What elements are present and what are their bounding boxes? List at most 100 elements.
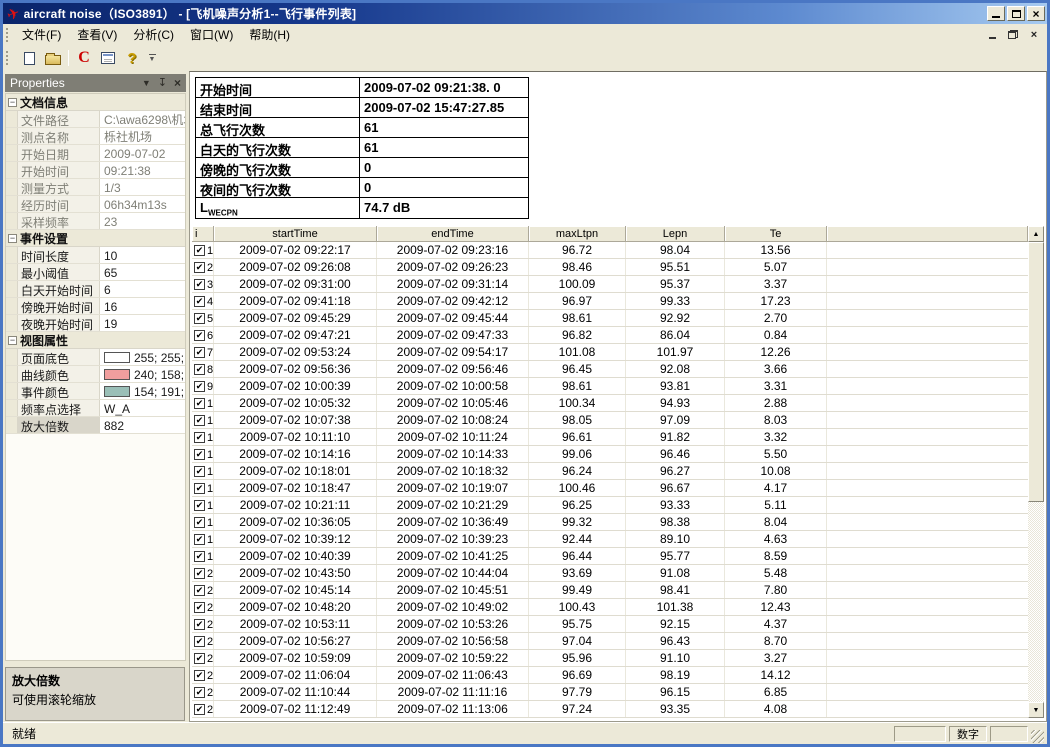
properties-button[interactable] xyxy=(97,48,119,68)
table-row[interactable]: ✔282009-07-02 11:12:492009-07-02 11:13:0… xyxy=(192,701,1028,718)
row-checkbox[interactable]: ✔ xyxy=(194,619,205,630)
property-row[interactable]: 测点名称栎社机场 xyxy=(6,128,185,145)
panel-close-icon[interactable]: × xyxy=(174,77,181,89)
row-checkbox[interactable]: ✔ xyxy=(194,704,205,715)
panel-menu-chevron-icon[interactable]: ▼ xyxy=(142,79,151,88)
property-value[interactable]: 882 xyxy=(100,417,185,433)
table-row[interactable]: ✔72009-07-02 09:53:242009-07-02 09:54:17… xyxy=(192,344,1028,361)
row-checkbox[interactable]: ✔ xyxy=(194,670,205,681)
property-value[interactable]: 23 xyxy=(100,213,185,229)
table-row[interactable]: ✔122009-07-02 10:11:102009-07-02 10:11:2… xyxy=(192,429,1028,446)
column-header-i[interactable]: i xyxy=(192,226,214,242)
table-row[interactable]: ✔172009-07-02 10:36:052009-07-02 10:36:4… xyxy=(192,514,1028,531)
property-value[interactable]: 10 xyxy=(100,247,185,263)
section-header[interactable]: −视图属性 xyxy=(6,332,185,349)
property-row[interactable]: 最小阈值65 xyxy=(6,264,185,281)
scroll-down-button[interactable]: ▼ xyxy=(1028,702,1044,718)
menu-item-window[interactable]: 窗口(W) xyxy=(182,24,241,45)
property-row[interactable]: 曲线颜色240; 158; 15 xyxy=(6,366,185,383)
property-value[interactable]: 2009-07-02 xyxy=(100,145,185,161)
row-checkbox[interactable]: ✔ xyxy=(194,517,205,528)
table-row[interactable]: ✔252009-07-02 10:59:092009-07-02 10:59:2… xyxy=(192,650,1028,667)
table-row[interactable]: ✔92009-07-02 10:00:392009-07-02 10:00:58… xyxy=(192,378,1028,395)
table-row[interactable]: ✔102009-07-02 10:05:322009-07-02 10:05:4… xyxy=(192,395,1028,412)
mdi-close-button[interactable]: × xyxy=(1027,28,1041,41)
property-row[interactable]: 开始日期2009-07-02 xyxy=(6,145,185,162)
title-bar[interactable]: ✈ aircraft noise（ISO3891） - [飞机噪声分析1--飞行… xyxy=(3,3,1047,24)
row-checkbox[interactable]: ✔ xyxy=(194,347,205,358)
toolbar-overflow-button[interactable]: ▼ xyxy=(146,48,158,68)
column-header-endTime[interactable]: endTime xyxy=(377,226,529,242)
column-header-Te[interactable]: Te xyxy=(725,226,827,242)
property-value[interactable]: 1/3 xyxy=(100,179,185,195)
row-checkbox[interactable]: ✔ xyxy=(194,330,205,341)
row-checkbox[interactable]: ✔ xyxy=(194,687,205,698)
row-checkbox[interactable]: ✔ xyxy=(194,551,205,562)
column-header-startTime[interactable]: startTime xyxy=(214,226,377,242)
close-button[interactable]: × xyxy=(1027,6,1045,21)
section-header[interactable]: −文档信息 xyxy=(6,94,185,111)
property-row[interactable]: 文件路径C:\awa6298\机场 xyxy=(6,111,185,128)
row-checkbox[interactable]: ✔ xyxy=(194,262,205,273)
row-checkbox[interactable]: ✔ xyxy=(194,568,205,579)
table-row[interactable]: ✔112009-07-02 10:07:382009-07-02 10:08:2… xyxy=(192,412,1028,429)
menu-grip[interactable] xyxy=(6,28,11,42)
table-row[interactable]: ✔162009-07-02 10:21:112009-07-02 10:21:2… xyxy=(192,497,1028,514)
property-row[interactable]: 放大倍数882 xyxy=(6,417,185,434)
toolbar-grip[interactable] xyxy=(6,51,11,65)
table-row[interactable]: ✔82009-07-02 09:56:362009-07-02 09:56:46… xyxy=(192,361,1028,378)
row-checkbox[interactable]: ✔ xyxy=(194,415,205,426)
property-value[interactable]: 栎社机场 xyxy=(100,128,185,144)
panel-pin-icon[interactable]: ↧ xyxy=(158,78,167,89)
maximize-button[interactable] xyxy=(1007,6,1025,21)
row-checkbox[interactable]: ✔ xyxy=(194,381,205,392)
table-row[interactable]: ✔272009-07-02 11:10:442009-07-02 11:11:1… xyxy=(192,684,1028,701)
row-checkbox[interactable]: ✔ xyxy=(194,279,205,290)
menu-item-file[interactable]: 文件(F) xyxy=(14,24,69,45)
collapse-icon[interactable]: − xyxy=(8,98,17,107)
menu-item-analyze[interactable]: 分析(C) xyxy=(125,24,182,45)
row-checkbox[interactable]: ✔ xyxy=(194,500,205,511)
property-row[interactable]: 频率点选择W_A xyxy=(6,400,185,417)
property-value[interactable]: 255; 255; 25 xyxy=(100,349,185,365)
table-row[interactable]: ✔182009-07-02 10:39:122009-07-02 10:39:2… xyxy=(192,531,1028,548)
scroll-up-button[interactable]: ▲ xyxy=(1028,226,1044,242)
row-checkbox[interactable]: ✔ xyxy=(194,653,205,664)
property-value[interactable]: 16 xyxy=(100,298,185,314)
column-header-maxLtpn[interactable]: maxLtpn xyxy=(529,226,626,242)
row-checkbox[interactable]: ✔ xyxy=(194,398,205,409)
table-row[interactable]: ✔152009-07-02 10:18:472009-07-02 10:19:0… xyxy=(192,480,1028,497)
property-value[interactable]: 65 xyxy=(100,264,185,280)
mdi-restore-button[interactable] xyxy=(1006,28,1020,41)
property-row[interactable]: 时间长度10 xyxy=(6,247,185,264)
row-checkbox[interactable]: ✔ xyxy=(194,296,205,307)
row-checkbox[interactable]: ✔ xyxy=(194,483,205,494)
collapse-icon[interactable]: − xyxy=(8,336,17,345)
mdi-minimize-button[interactable] xyxy=(985,28,999,41)
calibrate-button[interactable]: C xyxy=(73,48,95,68)
property-value[interactable]: 19 xyxy=(100,315,185,331)
row-checkbox[interactable]: ✔ xyxy=(194,313,205,324)
property-value[interactable]: 240; 158; 15 xyxy=(100,366,185,382)
property-row[interactable]: 夜晚开始时间19 xyxy=(6,315,185,332)
property-row[interactable]: 开始时间09:21:38 xyxy=(6,162,185,179)
menu-item-view[interactable]: 查看(V) xyxy=(69,24,125,45)
table-row[interactable]: ✔132009-07-02 10:14:162009-07-02 10:14:3… xyxy=(192,446,1028,463)
property-row[interactable]: 事件颜色154; 191; 18 xyxy=(6,383,185,400)
property-row[interactable]: 傍晚开始时间16 xyxy=(6,298,185,315)
table-row[interactable]: ✔52009-07-02 09:45:292009-07-02 09:45:44… xyxy=(192,310,1028,327)
minimize-button[interactable] xyxy=(987,6,1005,21)
vertical-scrollbar[interactable]: ▲ ▼ xyxy=(1028,226,1044,718)
table-row[interactable]: ✔62009-07-02 09:47:212009-07-02 09:47:33… xyxy=(192,327,1028,344)
property-row[interactable]: 采样频率23 xyxy=(6,213,185,230)
property-value[interactable]: 154; 191; 18 xyxy=(100,383,185,399)
open-file-button[interactable] xyxy=(42,48,64,68)
help-button[interactable]: ? xyxy=(121,48,143,68)
property-row[interactable]: 白天开始时间6 xyxy=(6,281,185,298)
property-value[interactable]: 6 xyxy=(100,281,185,297)
table-row[interactable]: ✔42009-07-02 09:41:182009-07-02 09:42:12… xyxy=(192,293,1028,310)
property-row[interactable]: 测量方式1/3 xyxy=(6,179,185,196)
table-row[interactable]: ✔212009-07-02 10:45:142009-07-02 10:45:5… xyxy=(192,582,1028,599)
table-row[interactable]: ✔262009-07-02 11:06:042009-07-02 11:06:4… xyxy=(192,667,1028,684)
property-row[interactable]: 经历时间06h34m13s xyxy=(6,196,185,213)
